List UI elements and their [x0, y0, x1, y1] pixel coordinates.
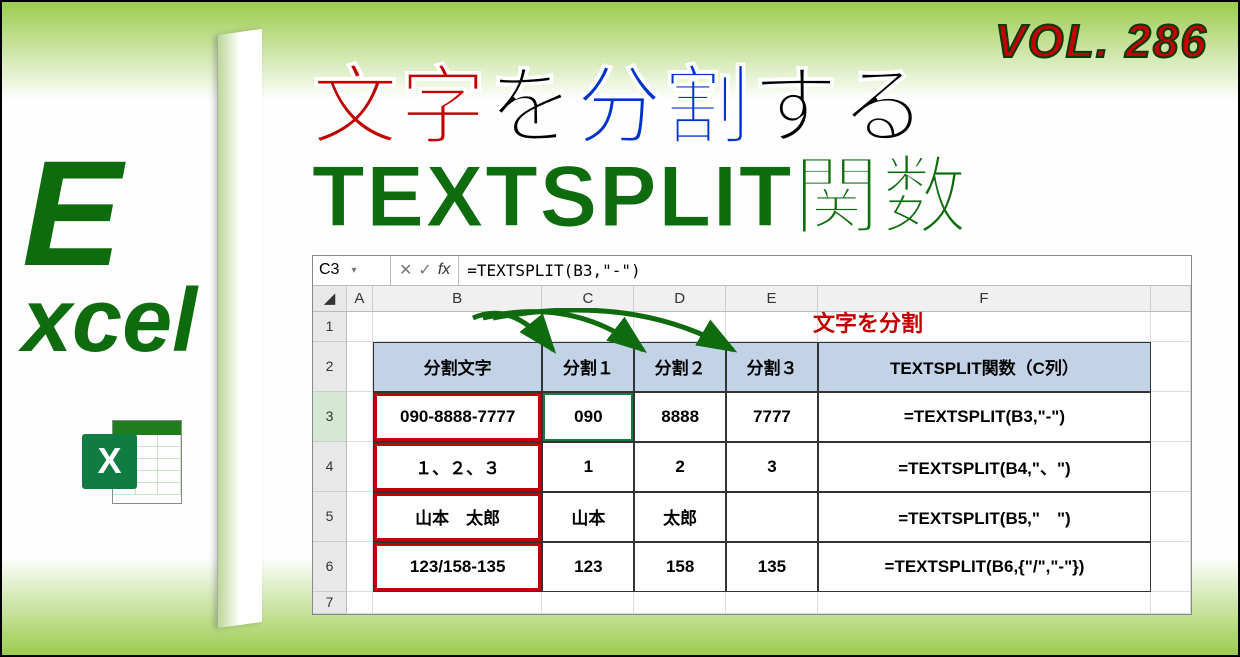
cell-b5[interactable]: 山本 太郎: [373, 492, 543, 542]
cell-e5[interactable]: [726, 492, 818, 542]
cell-b7[interactable]: [373, 592, 543, 614]
cell-f5[interactable]: =TEXTSPLIT(B5," "): [818, 492, 1151, 542]
excel-app-icon: X: [82, 412, 182, 512]
cell-a5[interactable]: [347, 492, 373, 542]
header-split2[interactable]: 分割２: [634, 342, 726, 392]
col-header-c[interactable]: C: [542, 286, 634, 311]
headline-part-wo: を: [488, 59, 576, 155]
row-header-1[interactable]: 1: [313, 312, 347, 342]
row-header-3[interactable]: 3: [313, 392, 347, 442]
cell-c3-selected[interactable]: 090: [542, 392, 634, 442]
cell-d3[interactable]: 8888: [634, 392, 726, 442]
header-split1[interactable]: 分割１: [542, 342, 634, 392]
cell-c7[interactable]: [542, 592, 634, 614]
header-source[interactable]: 分割文字: [373, 342, 543, 392]
cell-e7[interactable]: [726, 592, 818, 614]
slide-frame: Excel X VOL. 286 文字を分割する TEXTSPLIT関数: [0, 0, 1240, 657]
cell-a3[interactable]: [347, 392, 373, 442]
chevron-down-icon[interactable]: ▾: [352, 265, 385, 276]
cell-d7[interactable]: [634, 592, 726, 614]
row-4: 4 １、２、３ 1 2 3 =TEXTSPLIT(B4,"、"): [313, 442, 1191, 492]
formula-input[interactable]: =TEXTSPLIT(B3,"-"): [459, 261, 648, 280]
annotation-split-text: 文字を分割: [813, 306, 923, 338]
cell-b3[interactable]: 090-8888-7777: [373, 392, 543, 442]
cell-c4[interactable]: 1: [542, 442, 634, 492]
name-box[interactable]: C3 ▾: [313, 256, 391, 285]
cell-g2[interactable]: [1151, 342, 1191, 392]
cell-c1[interactable]: [542, 312, 634, 342]
row-1: 1: [313, 312, 1191, 342]
col-header-b[interactable]: B: [373, 286, 543, 311]
confirm-icon[interactable]: ✓: [418, 260, 431, 280]
cell-e1[interactable]: [726, 312, 818, 342]
row-header-7[interactable]: 7: [313, 592, 347, 614]
row-7: 7: [313, 592, 1191, 614]
fx-icon[interactable]: fx: [438, 261, 450, 279]
cell-g3[interactable]: [1151, 392, 1191, 442]
left-panel: Excel X: [2, 2, 262, 655]
row-5: 5 山本 太郎 山本 太郎 =TEXTSPLIT(B5," "): [313, 492, 1191, 542]
row-header-2[interactable]: 2: [313, 342, 347, 392]
cell-a6[interactable]: [347, 542, 373, 592]
cell-a4[interactable]: [347, 442, 373, 492]
row-2: 2 分割文字 分割１ 分割２ 分割３ TEXTSPLIT関数（C列）: [313, 342, 1191, 392]
cell-f3[interactable]: =TEXTSPLIT(B3,"-"): [818, 392, 1151, 442]
cell-f7[interactable]: [818, 592, 1151, 614]
name-box-value: C3: [319, 261, 352, 279]
cell-g4[interactable]: [1151, 442, 1191, 492]
col-header-d[interactable]: D: [634, 286, 726, 311]
excel-letter-e: E: [22, 146, 122, 281]
col-header-a[interactable]: A: [347, 286, 373, 311]
door-fold-graphic: [217, 29, 262, 628]
cell-c6[interactable]: 123: [542, 542, 634, 592]
headline-part-moji: 文字: [312, 59, 488, 155]
cell-f6[interactable]: =TEXTSPLIT(B6,{"/","-"}): [818, 542, 1151, 592]
cell-b6[interactable]: 123/158-135: [373, 542, 543, 592]
row-header-6[interactable]: 6: [313, 542, 347, 592]
cell-g6[interactable]: [1151, 542, 1191, 592]
cell-a2[interactable]: [347, 342, 373, 392]
row-header-5[interactable]: 5: [313, 492, 347, 542]
cell-c5[interactable]: 山本: [542, 492, 634, 542]
column-headers: ◢ A B C D E F: [313, 286, 1191, 312]
row-6: 6 123/158-135 123 158 135 =TEXTSPLIT(B6,…: [313, 542, 1191, 592]
spreadsheet-screenshot: C3 ▾ ✕ ✓ fx =TEXTSPLIT(B3,"-") ◢ A B C D…: [312, 255, 1192, 615]
row-3: 3 090-8888-7777 090 8888 7777 =TEXTSPLIT…: [313, 392, 1191, 442]
excel-wordmark: Excel: [22, 146, 242, 362]
cell-d6[interactable]: 158: [634, 542, 726, 592]
cell-g1[interactable]: [1151, 312, 1191, 342]
cell-d5[interactable]: 太郎: [634, 492, 726, 542]
right-panel: VOL. 286 文字を分割する TEXTSPLIT関数 C3 ▾ ✕ ✓ fx…: [262, 2, 1238, 655]
cell-b4[interactable]: １、２、３: [373, 442, 543, 492]
cell-a7[interactable]: [347, 592, 373, 614]
cell-g5[interactable]: [1151, 492, 1191, 542]
col-header-e[interactable]: E: [726, 286, 818, 311]
headline-part-bunkatsu: 分割: [576, 59, 752, 155]
cell-e3[interactable]: 7777: [726, 392, 818, 442]
excel-letters-rest: xcel: [22, 271, 197, 371]
cell-g7[interactable]: [1151, 592, 1191, 614]
cell-d1[interactable]: [634, 312, 726, 342]
excel-icon-badge: X: [82, 434, 137, 489]
cell-f4[interactable]: =TEXTSPLIT(B4,"、"): [818, 442, 1151, 492]
header-formula[interactable]: TEXTSPLIT関数（C列）: [818, 342, 1151, 392]
formula-bar: C3 ▾ ✕ ✓ fx =TEXTSPLIT(B3,"-"): [313, 256, 1191, 286]
headline-part-suru: する: [752, 59, 928, 155]
headline-function-name: TEXTSPLIT関数: [312, 152, 1208, 242]
row-header-4[interactable]: 4: [313, 442, 347, 492]
cell-e6[interactable]: 135: [726, 542, 818, 592]
grid: 1 2 分割文字 分割１ 分割２ 分割３ TEXTSPLIT関数（: [313, 312, 1191, 614]
col-header-g[interactable]: [1151, 286, 1191, 311]
cell-b1[interactable]: [373, 312, 543, 342]
volume-label: VOL. 286: [995, 14, 1208, 68]
cell-a1[interactable]: [347, 312, 373, 342]
cancel-icon[interactable]: ✕: [399, 260, 412, 280]
header-split3[interactable]: 分割３: [726, 342, 818, 392]
select-all-corner[interactable]: ◢: [313, 286, 347, 311]
headline: 文字を分割する TEXTSPLIT関数: [312, 62, 1208, 243]
cell-e4[interactable]: 3: [726, 442, 818, 492]
cell-d4[interactable]: 2: [634, 442, 726, 492]
